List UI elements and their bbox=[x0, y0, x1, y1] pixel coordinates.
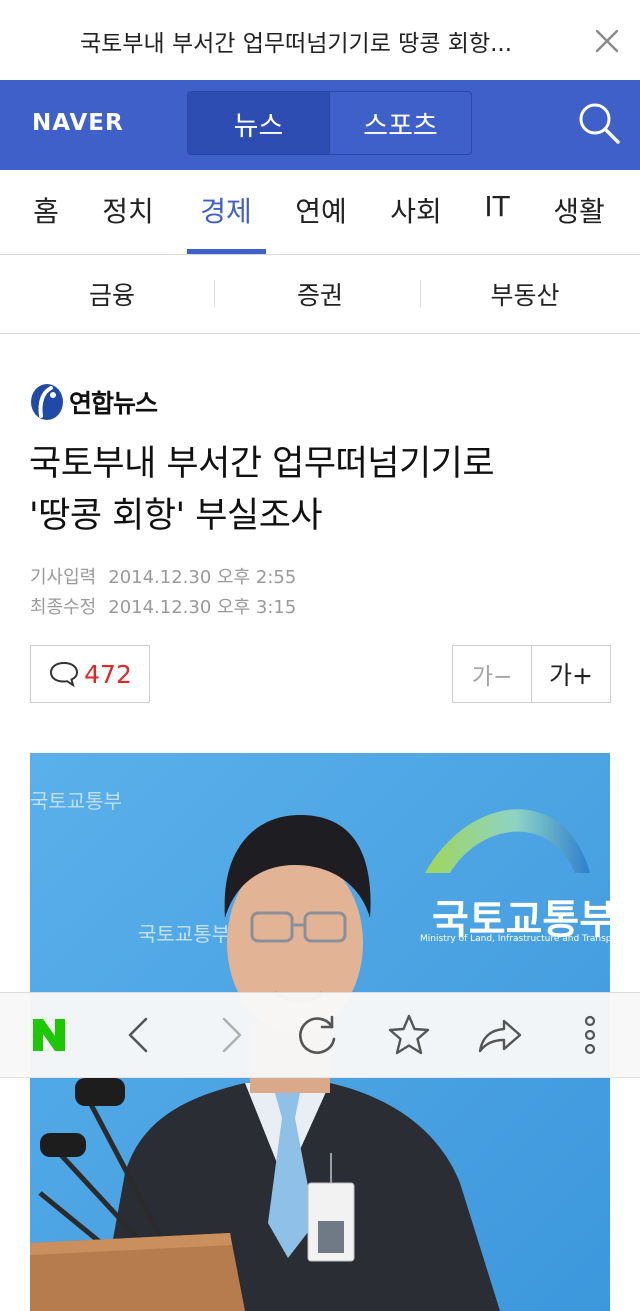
more-button[interactable] bbox=[564, 1009, 616, 1061]
reload-icon bbox=[299, 1015, 336, 1054]
naver-home-button[interactable] bbox=[23, 1009, 75, 1061]
comment-count: 472 bbox=[84, 659, 132, 689]
font-smaller-button[interactable]: 가− bbox=[453, 646, 531, 702]
subcategory-nav: 금융 증권 부동산 bbox=[0, 255, 640, 334]
category-it[interactable]: IT bbox=[482, 190, 512, 223]
close-icon[interactable] bbox=[592, 26, 622, 56]
active-category-indicator bbox=[187, 249, 266, 254]
share-icon bbox=[478, 1019, 522, 1053]
tab-sports[interactable]: 스포츠 bbox=[329, 92, 471, 154]
forward-button[interactable] bbox=[204, 1009, 256, 1061]
subcategory-stocks[interactable]: 증권 bbox=[270, 276, 370, 312]
published-value: 2014.12.30 오후 2:55 bbox=[108, 567, 297, 588]
category-entertainment[interactable]: 연예 bbox=[291, 190, 351, 230]
section-switcher: 뉴스 스포츠 bbox=[187, 91, 472, 155]
article-headline: 국토부내 부서간 업무떠넘기기로 '땅콩 회항' 부실조사 bbox=[29, 438, 619, 542]
headline-line: 국토부내 부서간 업무떠넘기기로 bbox=[29, 444, 495, 484]
divider bbox=[214, 280, 215, 308]
category-living[interactable]: 생활 bbox=[549, 190, 609, 230]
category-society[interactable]: 사회 bbox=[386, 190, 446, 230]
subcategory-real-estate[interactable]: 부동산 bbox=[470, 276, 580, 312]
tab-news[interactable]: 뉴스 bbox=[188, 92, 329, 154]
font-size-controls: 가− 가+ bbox=[452, 645, 611, 703]
category-economy[interactable]: 경제 bbox=[196, 190, 256, 230]
press-name: 연합뉴스 bbox=[69, 389, 158, 418]
updated-label: 최종수정 bbox=[30, 597, 97, 618]
bookmark-star-icon bbox=[388, 1014, 430, 1055]
reload-button[interactable] bbox=[292, 1009, 344, 1061]
subcategory-finance[interactable]: 금융 bbox=[62, 276, 162, 312]
naver-n-icon bbox=[33, 1019, 65, 1051]
forward-icon bbox=[222, 1017, 242, 1053]
updated-time: 최종수정 2014.12.30 오후 3:15 bbox=[30, 593, 296, 619]
top-title-bar: 국토부내 부서간 업무떠넘기기로 땅콩 회항... bbox=[0, 0, 640, 81]
backdrop-logo-subtext: Ministry of Land, Infrastructure and Tra… bbox=[420, 934, 610, 944]
naver-header: NAVER 뉴스 스포츠 bbox=[0, 80, 640, 170]
category-politics[interactable]: 정치 bbox=[98, 190, 158, 230]
comment-button[interactable]: 472 bbox=[30, 645, 150, 703]
naver-logo[interactable]: NAVER bbox=[32, 110, 124, 136]
browser-toolbar bbox=[0, 992, 640, 1078]
headline-line: '땅콩 회항' 부실조사 bbox=[29, 496, 323, 536]
published-label: 기사입력 bbox=[30, 567, 97, 588]
bookmark-button[interactable] bbox=[383, 1009, 435, 1061]
back-icon bbox=[128, 1017, 148, 1053]
press-logo[interactable]: 연합뉴스 bbox=[29, 381, 158, 423]
backdrop-small-text: 국토교통부 bbox=[138, 922, 230, 946]
updated-value: 2014.12.30 오후 3:15 bbox=[108, 597, 297, 618]
speech-bubble-icon bbox=[50, 661, 79, 688]
more-icon bbox=[584, 1015, 596, 1055]
category-home[interactable]: 홈 bbox=[30, 190, 62, 230]
category-nav: 홈 정치 경제 연예 사회 IT 생활 bbox=[0, 170, 640, 255]
back-button[interactable] bbox=[114, 1009, 166, 1061]
font-larger-button[interactable]: 가+ bbox=[531, 646, 610, 702]
backdrop-small-text: 국토교통부 bbox=[30, 789, 122, 813]
divider bbox=[420, 280, 421, 308]
yonhap-logo-icon bbox=[31, 384, 63, 420]
share-button[interactable] bbox=[474, 1009, 526, 1061]
search-icon[interactable] bbox=[576, 100, 622, 146]
page-title: 국토부내 부서간 업무떠넘기기로 땅콩 회항... bbox=[80, 31, 513, 57]
published-time: 기사입력 2014.12.30 오후 2:55 bbox=[30, 563, 296, 589]
